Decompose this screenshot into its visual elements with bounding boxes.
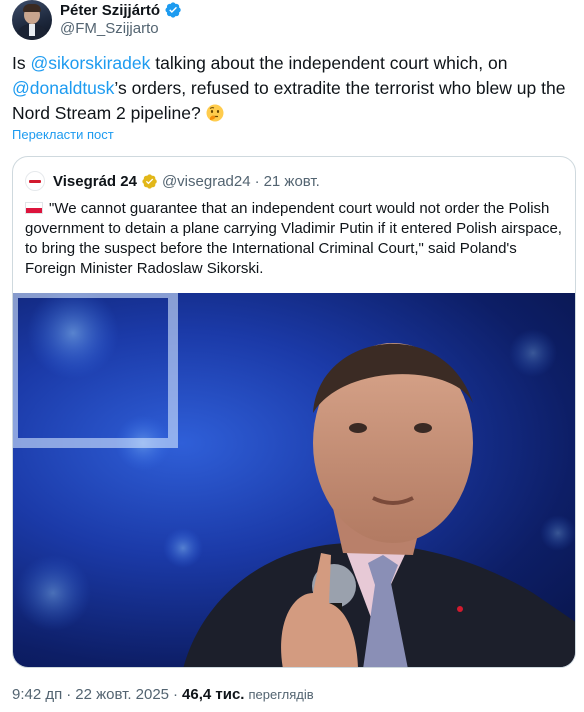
quoted-tweet-body: "We cannot guarantee that an independent… <box>25 200 562 277</box>
tweet-text-part: Is <box>12 53 31 73</box>
meta-separator: · <box>173 686 179 703</box>
tweet-text-part: talking about the independent court whic… <box>150 53 508 73</box>
quoted-author-handle[interactable]: @visegrad24 <box>162 173 251 190</box>
thinking-face-icon <box>206 104 224 122</box>
tweet-footer: 9:42 дп · 22 жовт. 2025 · 46,4 тис. пере… <box>12 686 314 703</box>
tweet-time[interactable]: 9:42 дп <box>12 686 62 703</box>
tweet-text: Is @sikorskiradek talking about the inde… <box>12 51 574 126</box>
author-avatar[interactable] <box>12 0 52 40</box>
quoted-tweet-header: Visegrád 24 @visegrad24 · 21 жовт. <box>25 171 320 191</box>
meta-separator: · <box>254 172 260 190</box>
views-label: переглядів <box>248 687 314 702</box>
mention-link-donaldtusk[interactable]: @donaldtusk <box>12 78 114 98</box>
quoted-tweet-card[interactable]: Visegrád 24 @visegrad24 · 21 жовт. "We c… <box>12 156 576 668</box>
verified-gold-badge-icon <box>142 173 157 189</box>
meta-separator: · <box>66 686 72 703</box>
author-name-row[interactable]: Péter Szijjártó <box>60 0 182 20</box>
views-count[interactable]: 46,4 тис. <box>182 686 244 703</box>
quoted-tweet-photo[interactable] <box>13 293 575 667</box>
quoted-tweet-text: "We cannot guarantee that an independent… <box>25 199 565 279</box>
mention-link-sikorskiradek[interactable]: @sikorskiradek <box>30 53 150 73</box>
quoted-author-name[interactable]: Visegrád 24 <box>53 173 137 190</box>
poland-flag-icon <box>25 202 43 214</box>
photo-illustration <box>13 293 575 667</box>
author-handle[interactable]: @FM_Szijjarto <box>60 20 159 37</box>
verified-badge-icon <box>165 2 181 18</box>
quoted-tweet-date[interactable]: 21 жовт. <box>264 173 320 190</box>
translate-post-link[interactable]: Перекласти пост <box>12 127 114 142</box>
tweet-date[interactable]: 22 жовт. 2025 <box>75 686 169 703</box>
author-name[interactable]: Péter Szijjártó <box>60 2 160 19</box>
quoted-author-avatar[interactable] <box>25 171 45 191</box>
